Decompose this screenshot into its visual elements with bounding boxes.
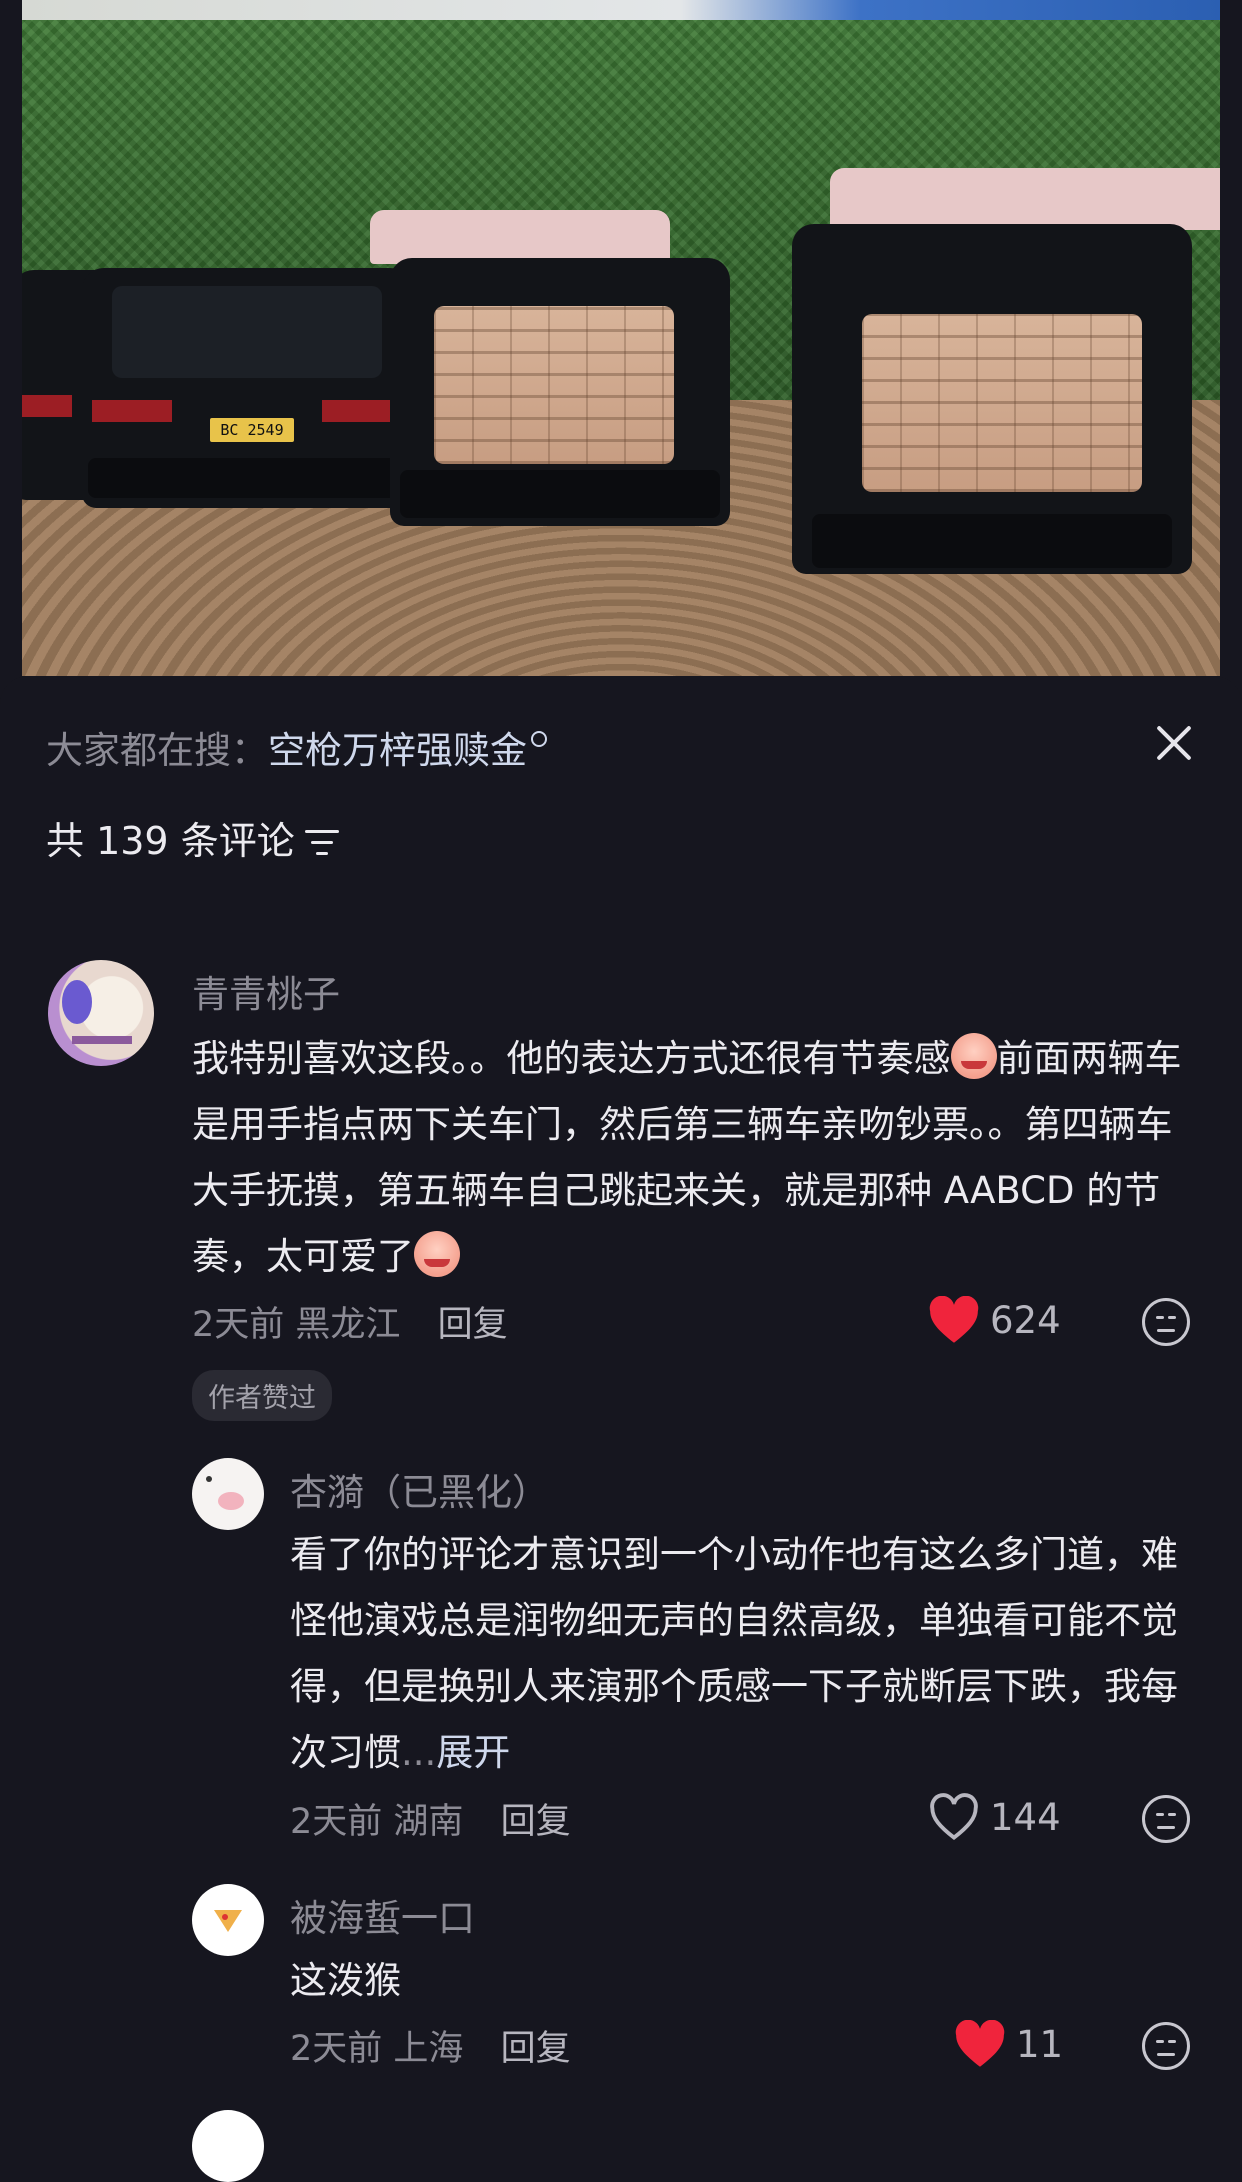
comment-text-part1: 我特别喜欢这段。。他的表达方式还很有节奏感: [192, 1037, 951, 1080]
author-liked-badge: 作者赞过: [192, 1370, 332, 1421]
avatar[interactable]: [192, 1458, 264, 1530]
like-count: 11: [1016, 2022, 1064, 2066]
comment-text: 我特别喜欢这段。。他的表达方式还很有节奏感 前面两辆车是用手指点两下关车门，然后第…: [192, 1026, 1202, 1290]
reply-button[interactable]: 回复: [501, 1802, 571, 1842]
like-count: 624: [990, 1298, 1061, 1342]
heart-filled-icon: [929, 1296, 979, 1343]
like-button[interactable]: 624: [928, 1296, 1061, 1344]
comment-username[interactable]: 被海蜇一口: [290, 1888, 475, 1942]
comment-location: 黑龙江: [295, 1305, 401, 1345]
sort-filter-icon[interactable]: [304, 828, 339, 856]
avatar[interactable]: [48, 960, 154, 1066]
comment-time: 2天前: [290, 1802, 383, 1842]
reply-button[interactable]: 回复: [438, 1305, 508, 1345]
close-icon[interactable]: [1148, 718, 1198, 768]
comment-location: 湖南: [393, 1802, 464, 1842]
comment-ellipsis: ...: [401, 1731, 437, 1774]
comment-meta: 2天前 上海 回复: [290, 2020, 571, 2071]
avatar[interactable]: [192, 2110, 264, 2182]
comment-count: 共 139 条评论: [46, 819, 295, 863]
search-query-link[interactable]: 空枪万梓强赎金: [268, 729, 527, 772]
comment-username[interactable]: 杏漪（已黑化）: [290, 1462, 549, 1516]
video-car-3: [390, 258, 730, 526]
comment-location: 上海: [393, 2029, 464, 2069]
video-car-4-hatch: [830, 168, 1220, 230]
comment-time: 2天前: [192, 1305, 285, 1345]
comment-meta: 2天前 黑龙江 回复: [192, 1296, 508, 1347]
like-button[interactable]: 11: [954, 2020, 1063, 2068]
comment-username[interactable]: 青青桃子: [192, 964, 340, 1018]
video-car-2: BC 2549: [82, 268, 412, 508]
like-button[interactable]: 144: [928, 1793, 1061, 1841]
video-car-3-hatch: [370, 210, 670, 264]
comment-meta: 2天前 湖南 回复: [290, 1793, 571, 1844]
emoji-reaction-icon[interactable]: [1142, 2022, 1190, 2070]
reply-button[interactable]: 回复: [501, 2029, 571, 2069]
video-car-4: [792, 224, 1192, 574]
emoji-reaction-icon[interactable]: [1142, 1298, 1190, 1346]
avatar[interactable]: [192, 1884, 264, 1956]
heart-filled-icon: [955, 2020, 1005, 2067]
search-prefix: 大家都在搜：: [46, 729, 268, 772]
like-count: 144: [990, 1795, 1061, 1839]
video-money-stack-2: [862, 314, 1142, 492]
video-money-stack-1: [434, 306, 674, 464]
comments-sheet: 大家都在搜：空枪万梓强赎金 共 139 条评论 青青桃子 我特别喜欢这段。。他的…: [0, 676, 1242, 2182]
heart-outline-icon: [930, 1793, 978, 1841]
comment-text: 这泼猴: [290, 1959, 401, 2002]
comment-text: 看了你的评论才意识到一个小动作也有这么多门道，难怪他演戏总是润物细无声的自然高级…: [290, 1522, 1190, 1786]
video-car-plate: BC 2549: [210, 418, 294, 442]
search-suggestion[interactable]: 大家都在搜：空枪万梓强赎金: [46, 720, 547, 774]
search-icon: [531, 731, 547, 747]
emoji-reaction-icon[interactable]: [1142, 1795, 1190, 1843]
crying-emoji-icon: [950, 1033, 997, 1079]
video-frame[interactable]: BC 2549: [22, 0, 1220, 676]
expand-button[interactable]: 展开: [436, 1731, 510, 1774]
crying-emoji-icon: [414, 1231, 460, 1277]
comment-time: 2天前: [290, 2029, 383, 2069]
comment-count-row: 共 139 条评论: [46, 810, 339, 865]
